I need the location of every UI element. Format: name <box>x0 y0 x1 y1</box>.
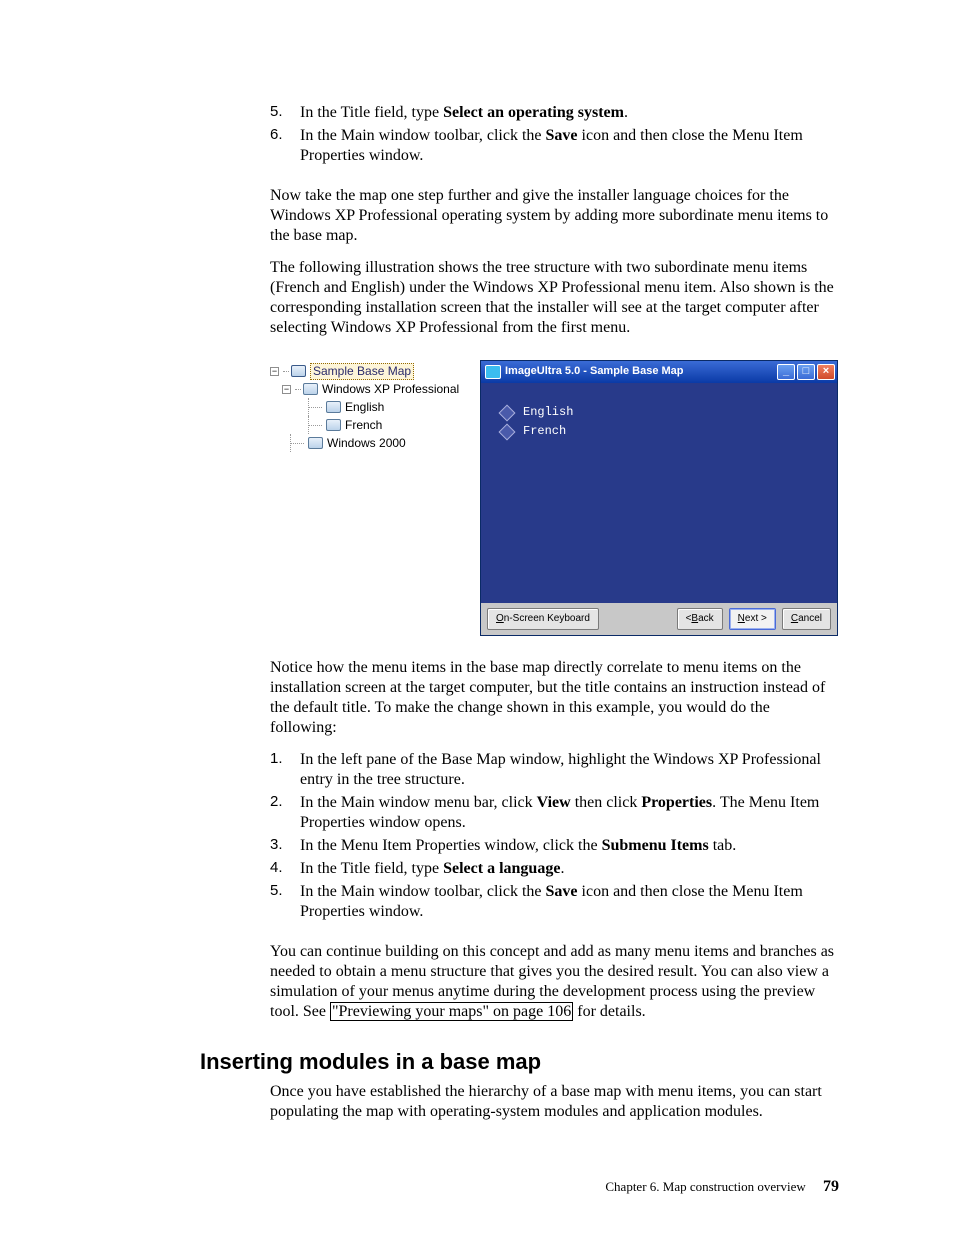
menu-item-icon <box>308 437 323 449</box>
paragraph: Notice how the menu items in the base ma… <box>200 658 839 738</box>
tree-node-label[interactable]: French <box>345 418 382 433</box>
page-footer: Chapter 6. Map construction overview 79 <box>605 1177 839 1197</box>
tree-node-label[interactable]: Windows 2000 <box>327 436 406 451</box>
steps-a: 5. In the Title field, type Select an op… <box>200 103 839 166</box>
step-number: 3. <box>270 836 300 856</box>
window-title: ImageUltra 5.0 - Sample Base Map <box>505 365 777 379</box>
tree-node-label[interactable]: English <box>345 400 384 415</box>
minimize-icon[interactable]: _ <box>777 364 795 380</box>
maximize-icon[interactable]: □ <box>797 364 815 380</box>
paragraph: Once you have established the hierarchy … <box>200 1082 839 1122</box>
menu-item-icon <box>326 419 341 431</box>
onscreen-keyboard-button[interactable]: OOn-Screen Keyboardn-Screen Keyboard <box>487 608 599 630</box>
close-icon[interactable]: × <box>817 364 835 380</box>
step-number: 2. <box>270 793 300 833</box>
section-heading: Inserting modules in a base map <box>200 1048 839 1076</box>
paragraph: The following illustration shows the tre… <box>200 258 839 338</box>
cross-reference-link[interactable]: "Previewing your maps" on page 106 <box>330 1002 573 1021</box>
map-icon <box>291 365 306 377</box>
paragraph: You can continue building on this concep… <box>200 942 839 1022</box>
page-number: 79 <box>823 1178 839 1195</box>
next-button[interactable]: Next > <box>729 608 776 630</box>
language-option[interactable]: English <box>501 405 817 420</box>
menu-item-icon <box>326 401 341 413</box>
step-number: 4. <box>270 859 300 879</box>
app-icon <box>485 365 501 379</box>
cancel-button[interactable]: Cancel <box>782 608 831 630</box>
tree-node-label[interactable]: Windows XP Professional <box>322 382 459 397</box>
tree-view: − Sample Base Map − Windows XP Professio… <box>270 360 470 636</box>
back-button[interactable]: < Back <box>677 608 723 630</box>
tree-collapse-icon[interactable]: − <box>282 385 291 394</box>
language-option[interactable]: French <box>501 424 817 439</box>
tree-collapse-icon[interactable]: − <box>270 367 279 376</box>
window-titlebar: ImageUltra 5.0 - Sample Base Map _ □ × <box>481 361 837 383</box>
radio-icon <box>499 404 516 421</box>
menu-item-icon <box>303 383 318 395</box>
step-number: 6. <box>270 126 300 166</box>
step-number: 5. <box>270 882 300 922</box>
installer-preview-window: ImageUltra 5.0 - Sample Base Map _ □ × E… <box>480 360 838 636</box>
chapter-label: Chapter 6. Map construction overview <box>605 1179 805 1194</box>
figure-tree-and-installer: − Sample Base Map − Windows XP Professio… <box>270 360 839 636</box>
steps-b: 1. In the left pane of the Base Map wind… <box>200 750 839 922</box>
tree-root-label[interactable]: Sample Base Map <box>310 363 414 380</box>
step-number: 5. <box>270 103 300 123</box>
radio-icon <box>499 423 516 440</box>
paragraph: Now take the map one step further and gi… <box>200 186 839 246</box>
step-number: 1. <box>270 750 300 790</box>
